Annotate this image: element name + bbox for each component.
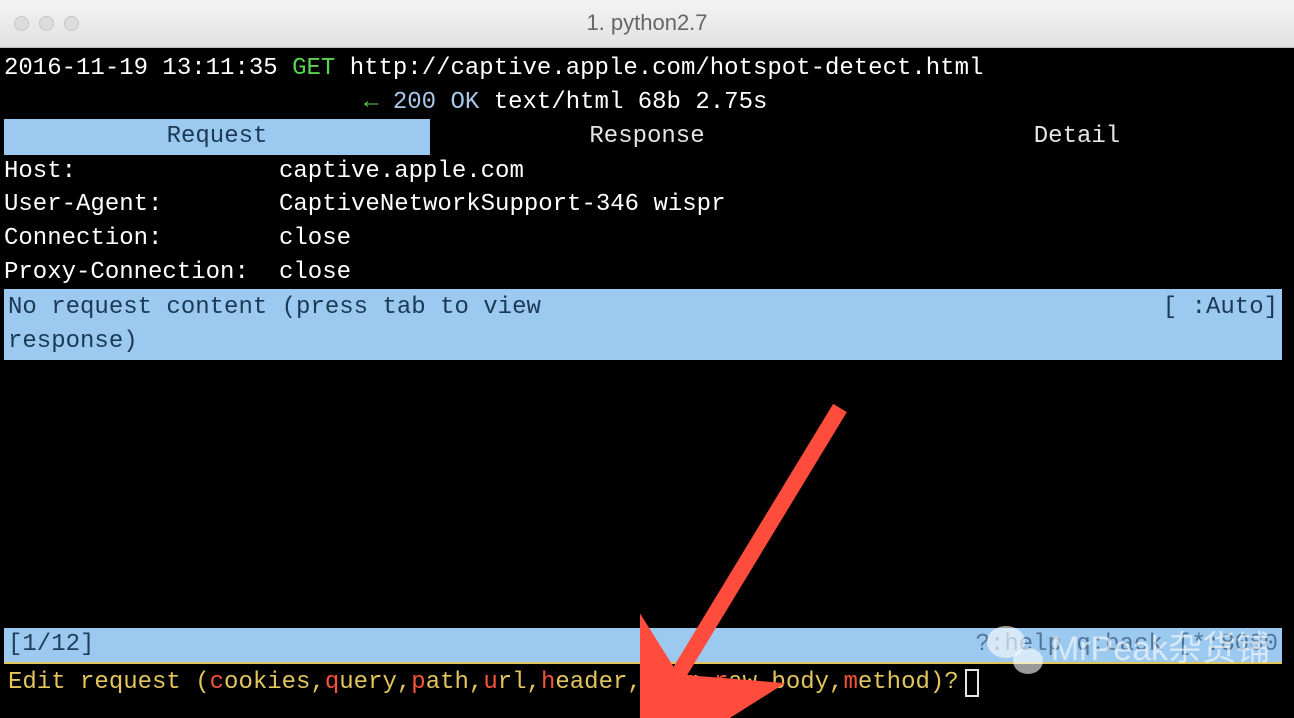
- close-icon[interactable]: [14, 16, 29, 31]
- header-row: Connection: close: [4, 222, 1290, 256]
- header-value: close: [279, 222, 351, 256]
- request-line: 2016-11-19 13:11:35 GET http://captive.a…: [4, 52, 1290, 86]
- response-line: ← 200 OK text/html 68b 2.75s: [4, 86, 1290, 120]
- header-value: captive.apple.com: [279, 155, 524, 189]
- status-help: ?:help q:back [*:8080: [976, 628, 1278, 662]
- minimize-icon[interactable]: [39, 16, 54, 31]
- content-hint: No request content (press tab to view re…: [4, 289, 1282, 360]
- status-bar: [1/12] ?:help q:back [*:8080: [4, 628, 1282, 664]
- prompt-suffix: )?: [930, 666, 959, 700]
- content-hint-right: [ :Auto]: [1163, 291, 1278, 358]
- header-value: close: [279, 256, 351, 290]
- response-status-code: 200: [393, 89, 436, 116]
- header-row: Host: captive.apple.com: [4, 155, 1290, 189]
- header-row: User-Agent: CaptiveNetworkSupport-346 wi…: [4, 188, 1290, 222]
- header-value: CaptiveNetworkSupport-346 wispr: [279, 188, 725, 222]
- window-titlebar: 1. python2.7: [0, 0, 1294, 48]
- content-hint-left: No request content (press tab to view re…: [8, 291, 541, 358]
- request-timestamp: 2016-11-19 13:11:35: [4, 55, 278, 82]
- edit-prompt[interactable]: Edit request (cookies,query,path,url,hea…: [4, 664, 1290, 702]
- response-content-type: text/html: [494, 89, 624, 116]
- header-row: Proxy-Connection: close: [4, 256, 1290, 290]
- response-arrow: ←: [364, 89, 378, 116]
- request-method: GET: [292, 55, 335, 82]
- terminal-area: 2016-11-19 13:11:35 GET http://captive.a…: [0, 48, 1294, 700]
- detail-tabs: Request Response Detail: [4, 119, 1290, 155]
- response-time: 2.75s: [695, 89, 767, 116]
- header-key: User-Agent:: [4, 188, 279, 222]
- cursor-icon: [965, 669, 979, 697]
- window-title: 1. python2.7: [12, 8, 1282, 39]
- header-key: Proxy-Connection:: [4, 256, 279, 290]
- zoom-icon[interactable]: [64, 16, 79, 31]
- spacer: [4, 360, 1290, 628]
- request-url: http://captive.apple.com/hotspot-detect.…: [350, 55, 984, 82]
- header-key: Host:: [4, 155, 279, 189]
- tab-response[interactable]: Response: [434, 119, 860, 155]
- tab-detail[interactable]: Detail: [864, 119, 1290, 155]
- window-traffic-lights[interactable]: [14, 16, 79, 31]
- response-size: 68b: [638, 89, 681, 116]
- response-status-text: OK: [451, 89, 480, 116]
- prompt-prefix: Edit request (: [8, 666, 210, 700]
- status-position: [1/12]: [8, 628, 94, 662]
- tab-request[interactable]: Request: [4, 119, 430, 155]
- header-key: Connection:: [4, 222, 279, 256]
